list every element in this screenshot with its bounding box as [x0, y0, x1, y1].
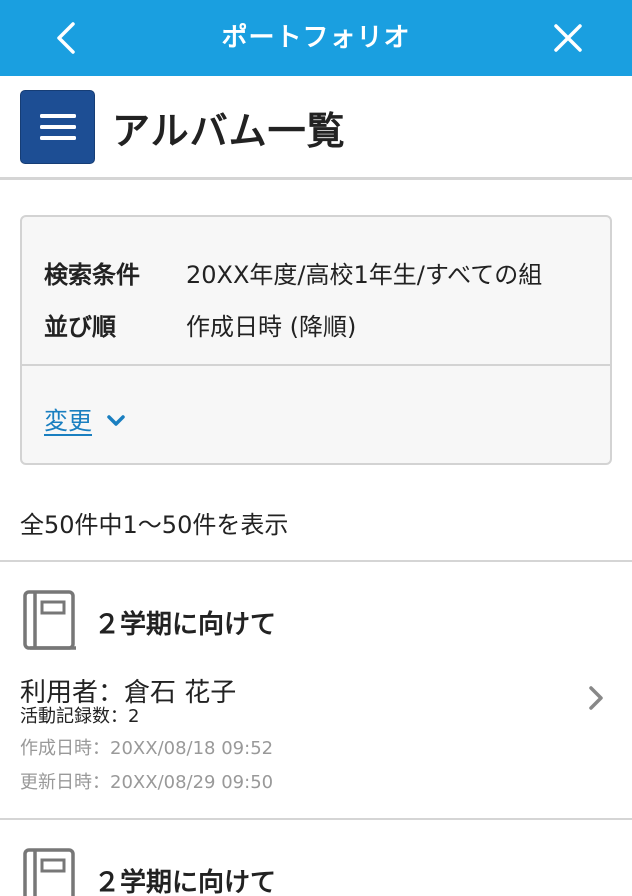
page-title: アルバム一覧: [112, 109, 346, 153]
page-header: アルバム一覧: [0, 76, 632, 180]
chevron-left-icon: [57, 22, 75, 54]
top-app-bar: ポートフォリオ: [0, 0, 632, 76]
sort-order-row: 並び順 作成日時 (降順): [44, 307, 356, 342]
chevron-down-icon: [107, 414, 125, 426]
result-count: 全50件中1〜50件を表示: [20, 511, 289, 539]
album-book-icon: [23, 590, 76, 650]
album-activity-count: 活動記録数：2: [20, 706, 140, 727]
sort-order-label: 並び順: [44, 313, 116, 341]
close-button[interactable]: [548, 18, 588, 58]
menu-button[interactable]: [20, 90, 95, 164]
album-title: ２学期に向けて: [94, 610, 277, 640]
hamburger-icon: [39, 114, 76, 140]
panel-divider: [22, 364, 610, 366]
close-icon: [554, 24, 582, 52]
sort-order-value: 作成日時 (降順): [186, 313, 357, 341]
album-list-item[interactable]: ２学期に向けて: [0, 820, 632, 896]
album-title: ２学期に向けて: [94, 868, 277, 896]
change-conditions-link[interactable]: 変更: [44, 401, 126, 436]
album-updated-at: 更新日時：20XX/08/29 09:50: [20, 772, 274, 793]
search-condition-row: 検索条件 20XX年度/高校1年生/すべての組: [44, 255, 542, 290]
album-book-icon: [23, 848, 75, 896]
search-conditions-panel: 検索条件 20XX年度/高校1年生/すべての組 並び順 作成日時 (降順) 変更: [20, 215, 612, 465]
app-title: ポートフォリオ: [221, 23, 411, 53]
back-button[interactable]: [48, 18, 84, 58]
search-condition-label: 検索条件: [44, 261, 140, 289]
chevron-right-icon: [589, 686, 603, 710]
album-created-at: 作成日時：20XX/08/18 09:52: [20, 738, 274, 759]
search-condition-value: 20XX年度/高校1年生/すべての組: [186, 261, 543, 289]
album-list-item[interactable]: ２学期に向けて 利用者：倉石 花子 活動記録数：2 作成日時：20XX/08/1…: [0, 562, 632, 818]
change-label: 変更: [44, 407, 92, 435]
